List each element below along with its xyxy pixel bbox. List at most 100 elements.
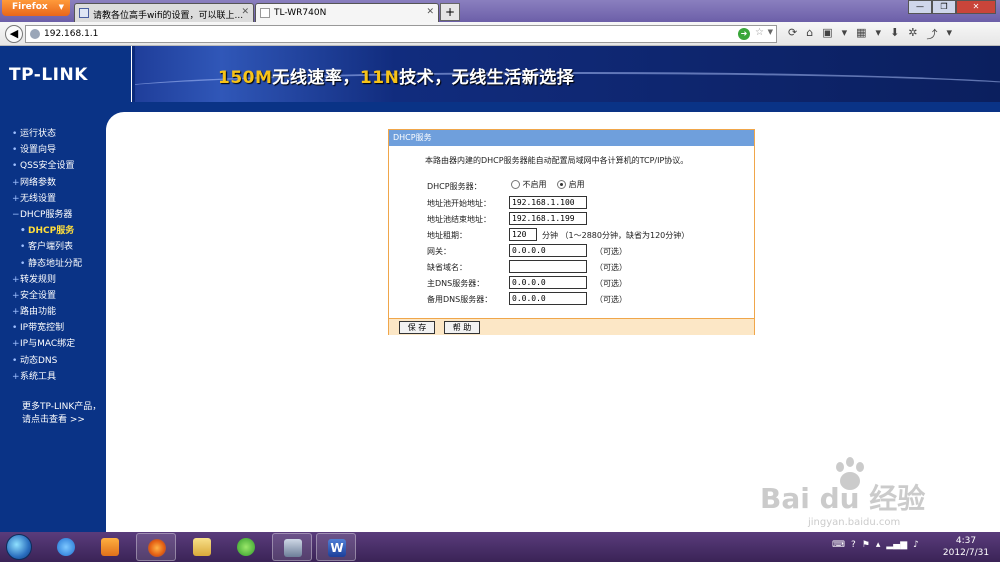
close-window-icon[interactable]: ✕ bbox=[956, 0, 996, 14]
sidebar-item-dhcp-service[interactable]: • DHCP服务 bbox=[12, 223, 82, 239]
back-button[interactable]: ◀ bbox=[5, 25, 23, 43]
more-products-link[interactable]: 更多TP-LINK产品， 请点击查看 >> bbox=[22, 401, 101, 427]
windows-taskbar: W ⌨ ? ⚑ ▴ ▂▄▆ ♪ 4:37 2012/7/31 bbox=[0, 532, 1000, 562]
address-bar[interactable]: 192.168.1.1 ➜ ☆ ▼ bbox=[25, 25, 777, 43]
sidebar-item-label: IP与MAC绑定 bbox=[20, 339, 76, 350]
close-tab-icon[interactable]: ✕ bbox=[241, 7, 249, 17]
firefox-menu-label: Firefox bbox=[12, 2, 48, 12]
tab-forum[interactable]: 请教各位高手wifi的设置，可以联上... ✕ bbox=[74, 3, 254, 22]
addons-icon[interactable]: ▦ bbox=[856, 26, 866, 42]
gateway-input[interactable] bbox=[509, 244, 587, 257]
sidebar-item-static-address[interactable]: • 静态地址分配 bbox=[12, 256, 82, 272]
slogan-highlight: 11N bbox=[359, 68, 400, 88]
taskbar-360[interactable] bbox=[226, 533, 266, 561]
screenshot-icon[interactable]: ▣ bbox=[822, 26, 832, 42]
home-icon[interactable]: ⌂ bbox=[806, 26, 813, 42]
clock-date: 2012/7/31 bbox=[942, 548, 990, 558]
more-products-line: 请点击查看 >> bbox=[22, 415, 85, 425]
sidebar-item-qss[interactable]: • QSS安全设置 bbox=[12, 158, 82, 174]
sidebar-item-routing[interactable]: +路由功能 bbox=[12, 304, 82, 320]
tab-title: TL-WR740N bbox=[274, 8, 327, 18]
logo-block: TP-LINK bbox=[0, 46, 132, 102]
secondary-dns-input[interactable] bbox=[509, 292, 587, 305]
browser-tab-bar: Firefox ▼ 请教各位高手wifi的设置，可以联上... ✕ TL-WR7… bbox=[0, 0, 1000, 22]
enable-radio[interactable] bbox=[557, 180, 567, 189]
sidebar-item-status[interactable]: • 运行状态 bbox=[12, 126, 82, 142]
sidebar-item-label: 设置向导 bbox=[20, 145, 57, 156]
go-icon[interactable]: ➜ bbox=[738, 28, 750, 40]
sidebar-item-forwarding[interactable]: +转发规则 bbox=[12, 272, 82, 288]
extension-icon[interactable]: ⤴ bbox=[927, 26, 938, 42]
domain-input[interactable] bbox=[509, 260, 587, 273]
sidebar-item-label: 无线设置 bbox=[20, 193, 57, 204]
enable-radio-label[interactable]: 启用 bbox=[569, 180, 585, 189]
sidebar-item-client-list[interactable]: • 客户端列表 bbox=[12, 239, 82, 255]
sidebar-item-system-tools[interactable]: +系统工具 bbox=[12, 369, 82, 385]
slogan-part: 技术，无线生活新选择 bbox=[399, 68, 575, 88]
security-app-icon bbox=[237, 538, 255, 556]
bullet-icon: • bbox=[12, 145, 18, 156]
expand-icon: + bbox=[12, 290, 20, 301]
sync-icon[interactable]: ✲ bbox=[908, 26, 917, 42]
close-tab-icon[interactable]: ✕ bbox=[426, 7, 434, 17]
chevron-down-icon[interactable]: ▾ bbox=[876, 26, 882, 42]
firefox-icon bbox=[148, 539, 166, 557]
expand-icon: + bbox=[12, 177, 20, 188]
media-player-icon bbox=[101, 538, 119, 556]
help-icon[interactable]: ? bbox=[851, 540, 856, 550]
reload-icon[interactable]: ⟳ bbox=[788, 26, 797, 42]
sidebar-item-wireless[interactable]: +无线设置 bbox=[12, 191, 82, 207]
taskbar-monitor[interactable] bbox=[272, 533, 312, 561]
bookmark-star-icon[interactable]: ☆ bbox=[755, 27, 764, 38]
chevron-down-icon[interactable]: ▾ bbox=[947, 26, 953, 42]
network-signal-icon[interactable]: ▂▄▆ bbox=[886, 540, 907, 550]
firefox-menu-button[interactable]: Firefox ▼ bbox=[2, 0, 70, 16]
header-divider bbox=[0, 102, 1000, 112]
sidebar-menu: • 运行状态 • 设置向导 • QSS安全设置 +网络参数 +无线设置 −DHCP服务… bbox=[12, 126, 82, 385]
window-controls: — ❐ ✕ bbox=[908, 0, 996, 14]
taskbar-clock[interactable]: 4:37 2012/7/31 bbox=[938, 535, 994, 559]
end-address-input[interactable] bbox=[509, 212, 587, 225]
bullet-icon: • bbox=[20, 226, 26, 237]
volume-icon[interactable]: ♪ bbox=[913, 540, 919, 550]
sidebar-item-label: 动态DNS bbox=[20, 355, 58, 366]
taskbar-ie[interactable] bbox=[46, 533, 86, 561]
maximize-icon[interactable]: ❐ bbox=[932, 0, 956, 14]
minimize-icon[interactable]: — bbox=[908, 0, 932, 14]
taskbar-word[interactable]: W bbox=[316, 533, 356, 561]
tab-title: 请教各位高手wifi的设置，可以联上... bbox=[93, 11, 244, 21]
sidebar-item-label: 系统工具 bbox=[20, 371, 57, 382]
optional-hint: （可选） bbox=[595, 263, 627, 272]
start-address-input[interactable] bbox=[509, 196, 587, 209]
taskbar-firefox[interactable] bbox=[136, 533, 176, 561]
chevron-up-icon[interactable]: ▴ bbox=[876, 540, 881, 550]
keyboard-icon[interactable]: ⌨ bbox=[832, 540, 845, 550]
sidebar-item-wizard[interactable]: • 设置向导 bbox=[12, 142, 82, 158]
sidebar-item-bandwidth[interactable]: • IP带宽控制 bbox=[12, 320, 82, 336]
page-favicon-icon bbox=[260, 8, 270, 18]
bullet-icon: • bbox=[12, 161, 18, 172]
help-button[interactable]: 帮 助 bbox=[444, 321, 480, 334]
save-button[interactable]: 保 存 bbox=[399, 321, 435, 334]
sidebar-item-dhcp-server[interactable]: −DHCP服务器 bbox=[12, 207, 82, 223]
chevron-down-icon[interactable]: ▼ bbox=[768, 28, 773, 36]
sidebar-item-security[interactable]: +安全设置 bbox=[12, 288, 82, 304]
taskbar-media[interactable] bbox=[90, 533, 130, 561]
sidebar-item-label: DHCP服务器 bbox=[20, 209, 73, 220]
panel-title: DHCP服务 bbox=[389, 130, 754, 146]
disable-radio[interactable] bbox=[511, 180, 520, 189]
start-button[interactable] bbox=[6, 534, 32, 560]
sidebar-item-ip-mac[interactable]: +IP与MAC绑定 bbox=[12, 336, 82, 352]
sidebar-item-ddns[interactable]: • 动态DNS bbox=[12, 353, 82, 369]
primary-dns-input[interactable] bbox=[509, 276, 587, 289]
chevron-down-icon[interactable]: ▾ bbox=[842, 26, 848, 42]
sidebar-item-network[interactable]: +网络参数 bbox=[12, 175, 82, 191]
new-tab-button[interactable]: + bbox=[440, 3, 460, 21]
navigation-toolbar: ◀ 192.168.1.1 ➜ ☆ ▼ ⟳ ⌂ ▣ ▾ ▦ ▾ ⬇ ✲ ⤴ ▾ bbox=[0, 22, 1000, 46]
lease-time-input[interactable] bbox=[509, 228, 537, 241]
taskbar-explorer[interactable] bbox=[182, 533, 222, 561]
download-icon[interactable]: ⬇ bbox=[890, 26, 899, 42]
disable-radio-label[interactable]: 不启用 bbox=[523, 180, 547, 189]
tab-router[interactable]: TL-WR740N ✕ bbox=[255, 3, 439, 22]
flag-icon[interactable]: ⚑ bbox=[862, 540, 870, 550]
